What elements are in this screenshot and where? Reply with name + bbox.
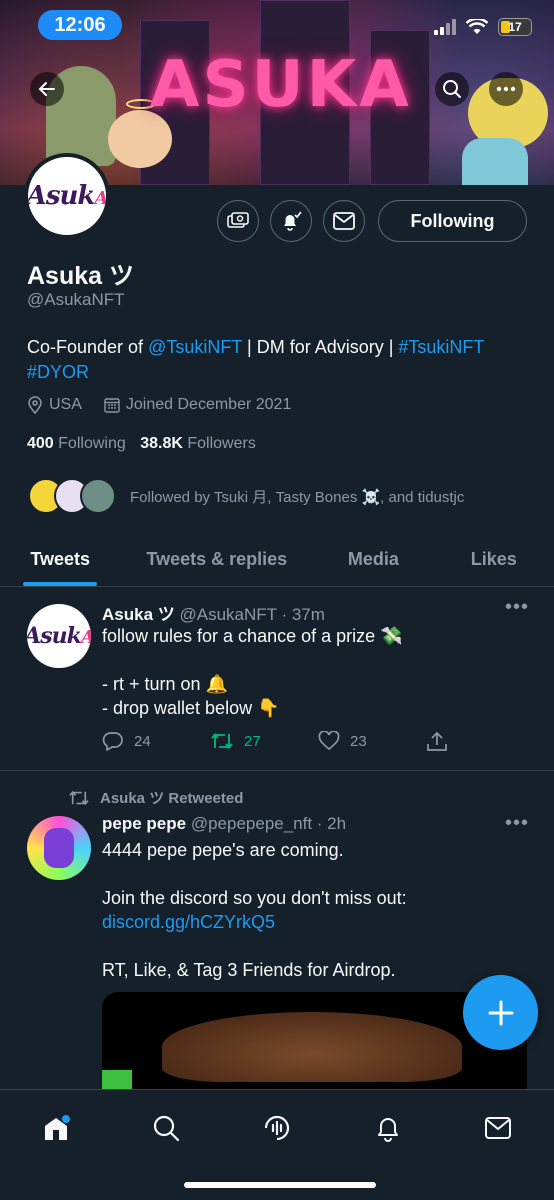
follower-avatar — [80, 478, 116, 514]
envelope-icon — [485, 1117, 511, 1139]
status-time: 12:06 — [38, 10, 122, 40]
back-arrow-icon — [38, 82, 55, 96]
more-dots-icon — [496, 86, 516, 92]
tweet-more-button[interactable]: ••• — [505, 812, 529, 835]
message-button[interactable] — [323, 200, 365, 242]
search-profile-button[interactable] — [435, 72, 469, 106]
bio-mention-link[interactable]: @TsukiNFT — [148, 337, 242, 357]
followed-by-text: Followed by Tsuki 月, Tasty Bones ☠️, and… — [130, 488, 465, 506]
reply-icon — [102, 732, 123, 751]
tweet-link[interactable]: discord.gg/hCZYrkQ5 — [102, 910, 532, 934]
tweet-meta: @pepepepe_nft · 2h — [190, 814, 347, 833]
notifications-toggle-button[interactable] — [270, 200, 312, 242]
nav-spaces[interactable] — [257, 1108, 297, 1148]
wifi-icon — [466, 19, 488, 34]
like-button[interactable]: 23 — [318, 731, 426, 751]
tweet-header: pepe pepe @pepepepe_nft · 2h — [102, 814, 346, 834]
profile-meta: USA Joined December 2021 — [27, 396, 291, 414]
search-icon — [443, 80, 461, 98]
share-icon — [427, 731, 447, 751]
tab-tweets[interactable]: Tweets — [0, 532, 120, 586]
profile-tabs: Tweets Tweets & replies Media Likes — [0, 532, 554, 587]
spaces-icon — [264, 1115, 290, 1141]
nav-notifications[interactable] — [368, 1108, 408, 1148]
profile-screen: ASUKA 12:06 17 AsukA Following Asuka ツ @… — [0, 0, 554, 1200]
tweet-header: Asuka ツ @AsukaNFT · 37m — [102, 600, 325, 625]
more-options-button[interactable] — [489, 72, 523, 106]
retweet-icon — [211, 733, 233, 749]
follow-counts: 400 Following 38.8K Followers — [27, 435, 256, 453]
tab-likes[interactable]: Likes — [434, 532, 554, 586]
following-count-link[interactable]: 400 Following — [27, 435, 126, 452]
active-tab-indicator — [23, 582, 98, 586]
profile-name: Asuka ツ — [27, 262, 134, 290]
back-button[interactable] — [30, 72, 64, 106]
signal-icon — [434, 19, 456, 35]
tweet-more-button[interactable]: ••• — [505, 596, 529, 619]
battery-icon: 17 — [498, 18, 532, 36]
tweet-author-name[interactable]: Asuka ツ — [102, 605, 175, 624]
followed-by-row[interactable]: Followed by Tsuki 月, Tasty Bones ☠️, and… — [28, 478, 464, 514]
retweet-icon — [69, 790, 89, 805]
tweet-author-name[interactable]: pepe pepe — [102, 814, 186, 833]
tweet-meta: @AsukaNFT · 37m — [179, 605, 325, 624]
tab-tweets-replies[interactable]: Tweets & replies — [120, 532, 313, 586]
compose-tweet-button[interactable] — [463, 975, 538, 1050]
tweet-author-avatar[interactable] — [27, 816, 91, 880]
money-icon — [227, 212, 249, 228]
heart-icon — [318, 731, 340, 751]
tweet-text: follow rules for a chance of a prize 💸 -… — [102, 626, 403, 718]
plus-icon — [488, 1000, 513, 1025]
nav-search[interactable] — [146, 1108, 186, 1148]
share-button[interactable] — [426, 730, 534, 752]
profile-location: USA — [49, 396, 82, 413]
profile-joined-date: Joined December 2021 — [125, 396, 292, 413]
tweet-text: 4444 pepe pepe's are coming. Join the di… — [102, 838, 532, 982]
status-icons: 17 — [434, 18, 532, 36]
retweet-button[interactable]: 27 — [210, 731, 318, 751]
home-indicator — [184, 1182, 376, 1188]
profile-handle: @AsukaNFT — [27, 290, 125, 309]
tip-button[interactable] — [217, 200, 259, 242]
tab-media[interactable]: Media — [313, 532, 433, 586]
search-icon — [153, 1115, 180, 1142]
avatar-logo: AsukA — [26, 181, 108, 211]
reply-button[interactable]: 24 — [102, 731, 210, 751]
nav-home[interactable] — [36, 1108, 76, 1148]
profile-bio: Co-Founder of @TsukiNFT | DM for Advisor… — [27, 337, 485, 382]
tweet-author-avatar[interactable]: AsukA — [27, 604, 91, 668]
nav-messages[interactable] — [478, 1108, 518, 1148]
home-icon — [45, 1115, 70, 1140]
cowboy-hat-illustration — [162, 1012, 462, 1082]
bio-hashtag-link[interactable]: #DYOR — [27, 362, 89, 382]
banner-title: ASUKA — [150, 48, 412, 122]
following-button[interactable]: Following — [378, 200, 527, 242]
tweet-actions: 24 27 23 — [102, 730, 534, 752]
bell-icon — [378, 1118, 398, 1142]
retweeted-indicator: Asuka ツ Retweeted — [68, 787, 243, 808]
profile-avatar[interactable]: AsukA — [24, 153, 110, 239]
followers-count-link[interactable]: 38.8K Followers — [140, 435, 256, 452]
location-icon — [28, 396, 42, 414]
pepe-avatar-illustration — [44, 828, 74, 868]
envelope-icon — [333, 212, 355, 230]
bell-check-icon — [284, 211, 302, 231]
calendar-icon — [104, 398, 120, 413]
bio-hashtag-link[interactable]: #TsukiNFT — [398, 337, 484, 357]
